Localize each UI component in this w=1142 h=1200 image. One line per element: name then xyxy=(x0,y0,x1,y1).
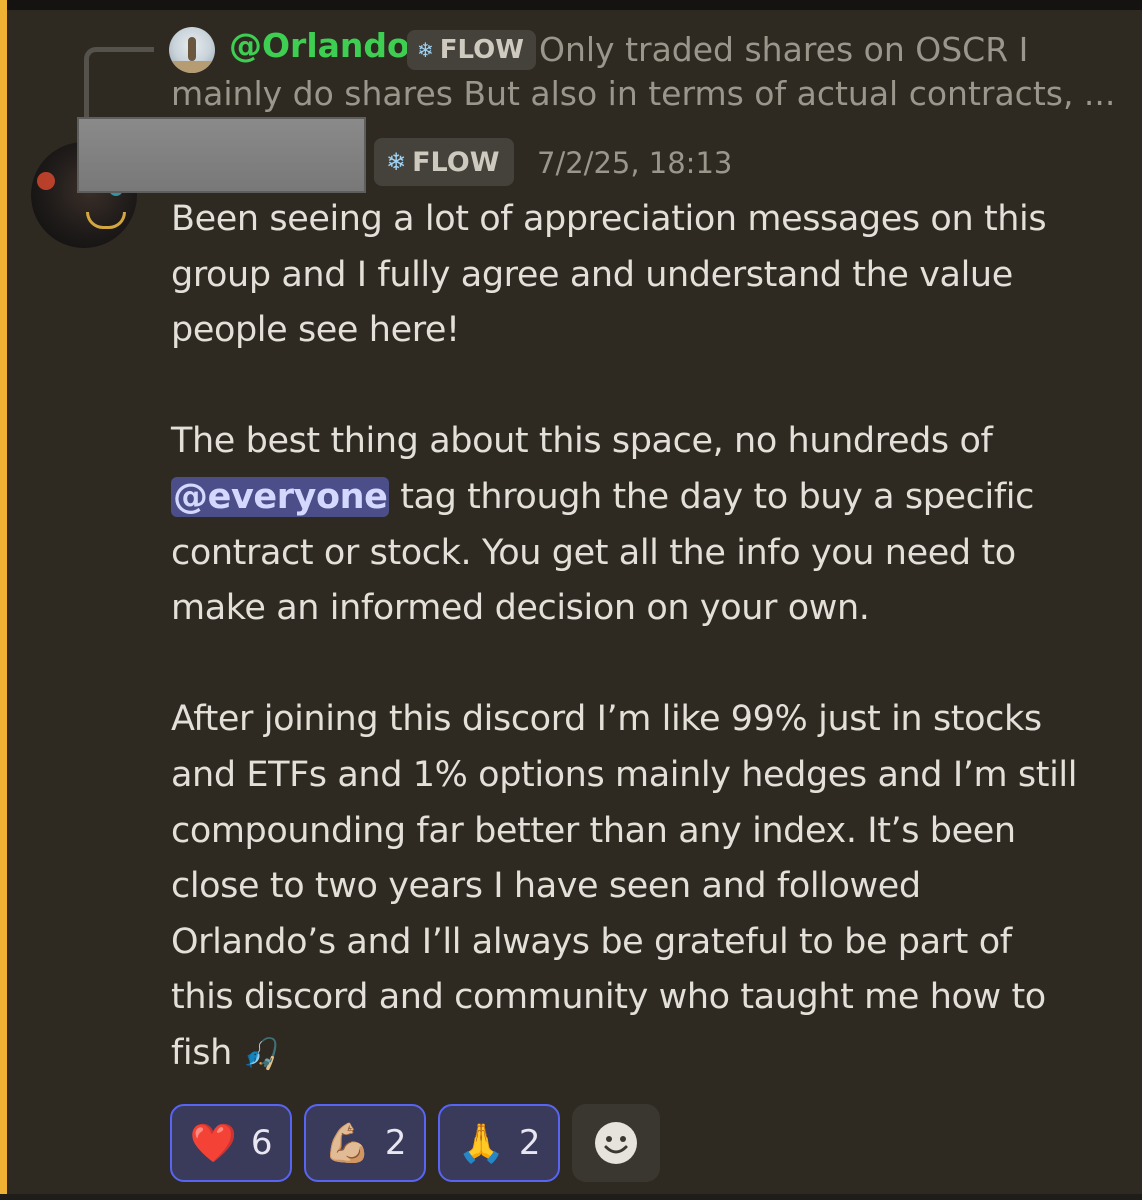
reply-author-name[interactable]: @Orlando xyxy=(229,26,410,65)
reaction-folded-hands[interactable]: 🙏 2 xyxy=(438,1104,560,1182)
message-line: and ETFs and 1% options mainly hedges an… xyxy=(171,754,1078,795)
reaction-count: 2 xyxy=(518,1123,541,1163)
reaction-count: 2 xyxy=(384,1123,407,1163)
message-line: The best thing about this space, no hund… xyxy=(171,421,993,462)
message-timestamp[interactable]: 7/2/25, 18:13 xyxy=(537,146,732,180)
reply-connector xyxy=(84,47,154,117)
flexed-biceps-icon: 💪🏼 xyxy=(323,1121,371,1165)
message-line: Orlando’s and I’ll always be grateful to… xyxy=(171,921,1012,962)
smiley-icon xyxy=(595,1122,637,1164)
reaction-count: 6 xyxy=(250,1123,273,1163)
message-line: this discord and community who taught me… xyxy=(171,977,1046,1018)
mention-highlight-bar xyxy=(0,0,7,1200)
author-role-tag[interactable]: ❄ FLOW xyxy=(374,138,514,186)
message-line-with-mention: @everyone tag through the day to buy a s… xyxy=(171,470,1111,526)
message-line: make an informed decision on your own. xyxy=(171,588,870,629)
fishing-rod-icon: 🎣 xyxy=(242,1036,280,1072)
message-line: contract or stock. You get all the info … xyxy=(171,532,1016,573)
message-line: close to two years I have seen and follo… xyxy=(171,866,921,907)
message-line: Been seeing a lot of appreciation messag… xyxy=(171,199,1047,239)
message-text: tag through the day to buy a specific xyxy=(389,476,1034,517)
reply-preview-text[interactable]: Only traded shares on OSCR I xyxy=(539,26,1099,74)
message-text: fish xyxy=(171,1032,243,1073)
folded-hands-icon: 🙏 xyxy=(457,1121,505,1165)
reply-avatar[interactable] xyxy=(169,27,215,73)
message-line: compounding far better than any index. I… xyxy=(171,810,1016,851)
reaction-heart[interactable]: ❤️ 6 xyxy=(170,1104,292,1182)
reply-role-tag[interactable]: ❄ FLOW xyxy=(407,30,536,70)
message-content: Been seeing a lot of appreciation messag… xyxy=(171,192,1111,1082)
author-tag-label: FLOW xyxy=(412,146,500,178)
top-divider xyxy=(0,0,1142,10)
message-line: After joining this discord I’m like 99% … xyxy=(171,699,1042,740)
message-line: group and I fully agree and understand t… xyxy=(171,254,1013,295)
message-line: people see here! xyxy=(171,310,460,351)
reply-preview-text-continued[interactable]: mainly do shares But also in terms of ac… xyxy=(171,74,1115,113)
everyone-mention[interactable]: @everyone xyxy=(171,476,390,517)
flow-tag-icon: ❄ xyxy=(386,148,407,176)
redacted-username xyxy=(77,117,366,193)
heart-icon: ❤️ xyxy=(189,1121,237,1165)
reaction-bar: ❤️ 6 💪🏼 2 🙏 2 xyxy=(170,1104,660,1182)
reaction-flexed-biceps[interactable]: 💪🏼 2 xyxy=(304,1104,426,1182)
add-reaction-button[interactable] xyxy=(572,1104,660,1182)
message-line-last: fish 🎣 xyxy=(171,1026,1111,1082)
flow-tag-icon: ❄ xyxy=(417,38,434,62)
reply-tag-label: FLOW xyxy=(439,35,524,65)
bottom-divider xyxy=(0,1194,1142,1200)
